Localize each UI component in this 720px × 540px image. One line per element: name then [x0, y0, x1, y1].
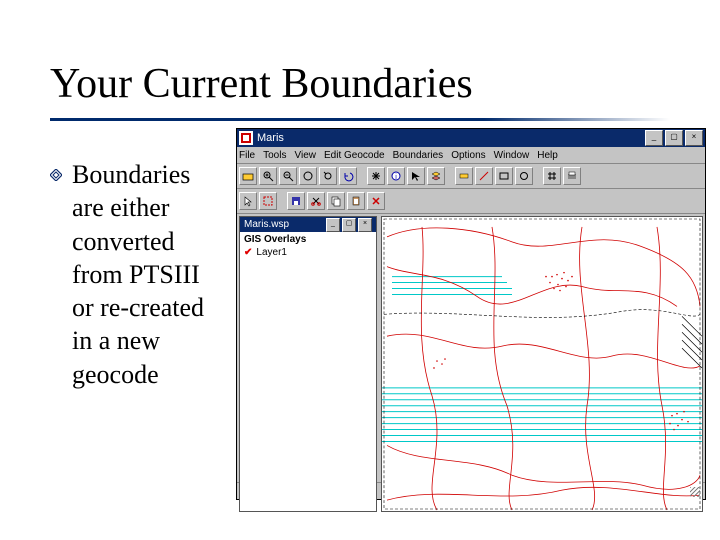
tool-pan-icon[interactable] [367, 167, 385, 185]
menu-boundaries[interactable]: Boundaries [393, 150, 444, 161]
side-panel-close-button[interactable]: × [358, 218, 372, 232]
tool-measure-icon[interactable] [455, 167, 473, 185]
menu-window[interactable]: Window [494, 150, 530, 161]
side-panel-title: Maris.wsp [244, 219, 289, 230]
side-panel-titlebar: Maris.wsp _ ▢ × [240, 217, 376, 232]
map-canvas [382, 217, 702, 511]
tool-zoomprev-icon[interactable] [319, 167, 337, 185]
titlebar: Maris _ ▢ × [237, 129, 705, 147]
tool-info-icon[interactable]: i [387, 167, 405, 185]
tool-boundary-icon[interactable] [259, 192, 277, 210]
tool-draw-icon[interactable] [475, 167, 493, 185]
tool-print-icon[interactable] [563, 167, 581, 185]
tool-grid-icon[interactable] [543, 167, 561, 185]
tool-select-icon[interactable] [407, 167, 425, 185]
side-panel: Maris.wsp _ ▢ × GIS Overlays ✔ Layer1 [239, 216, 377, 512]
tool-paste-icon[interactable] [347, 192, 365, 210]
side-panel-body: GIS Overlays ✔ Layer1 [240, 232, 376, 260]
side-panel-min-button[interactable]: _ [326, 218, 340, 232]
overlays-header: GIS Overlays [244, 234, 372, 245]
tool-zoomin-icon[interactable] [259, 167, 277, 185]
tool-zoomfull-icon[interactable] [299, 167, 317, 185]
menu-tools[interactable]: Tools [263, 150, 286, 161]
tool-pointer-icon[interactable] [239, 192, 257, 210]
layer-check-icon[interactable]: ✔ [244, 247, 252, 258]
menu-view[interactable]: View [294, 150, 316, 161]
menu-options[interactable]: Options [451, 150, 485, 161]
slide-title: Your Current Boundaries [50, 60, 473, 108]
side-panel-max-button[interactable]: ▢ [342, 218, 356, 232]
app-icon [239, 131, 253, 145]
toolbar-row-2 [237, 189, 705, 214]
app-window: Maris _ ▢ × File Tools View Edit Geocode… [236, 128, 706, 500]
slide: Your Current Boundaries Boundaries are e… [0, 0, 720, 540]
bullet-icon [50, 169, 62, 181]
resize-grip-icon[interactable] [687, 484, 701, 498]
tool-cut-icon[interactable] [307, 192, 325, 210]
bullet-text: Boundaries are either converted from PTS… [72, 158, 227, 391]
tool-save-icon[interactable] [287, 192, 305, 210]
workarea: Maris.wsp _ ▢ × GIS Overlays ✔ Layer1 [237, 214, 705, 483]
tool-layers-icon[interactable] [427, 167, 445, 185]
tool-rect-icon[interactable] [495, 167, 513, 185]
menu-help[interactable]: Help [537, 150, 558, 161]
map-view[interactable] [381, 216, 703, 512]
layer-row[interactable]: ✔ Layer1 [244, 247, 372, 258]
tool-copy-icon[interactable] [327, 192, 345, 210]
layer-name: Layer1 [256, 247, 287, 258]
tool-undo-icon[interactable] [339, 167, 357, 185]
menu-file[interactable]: File [239, 150, 255, 161]
close-button[interactable]: × [685, 130, 703, 146]
menu-editgeocode[interactable]: Edit Geocode [324, 150, 385, 161]
tool-circle-icon[interactable] [515, 167, 533, 185]
toolbar-row-1: i [237, 164, 705, 189]
menubar: File Tools View Edit Geocode Boundaries … [237, 147, 705, 164]
window-title: Maris [257, 132, 284, 144]
title-underline [50, 118, 670, 121]
maximize-button[interactable]: ▢ [665, 130, 683, 146]
tool-delete-icon[interactable] [367, 192, 385, 210]
tool-open-icon[interactable] [239, 167, 257, 185]
minimize-button[interactable]: _ [645, 130, 663, 146]
tool-zoomout-icon[interactable] [279, 167, 297, 185]
